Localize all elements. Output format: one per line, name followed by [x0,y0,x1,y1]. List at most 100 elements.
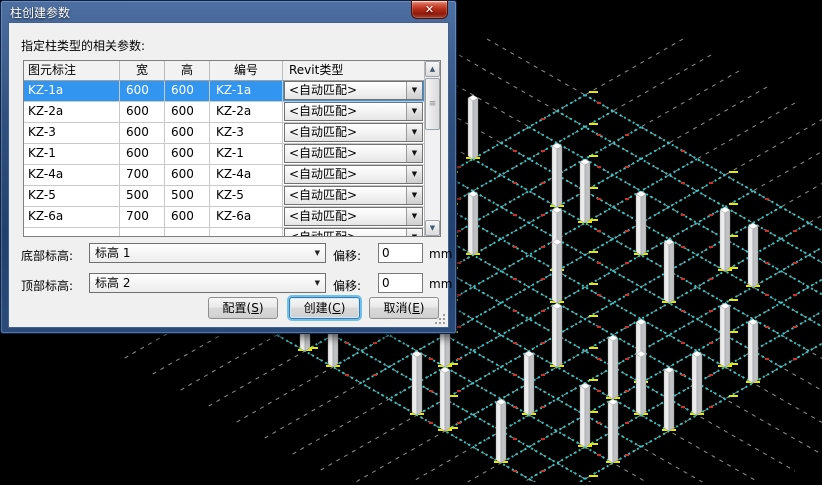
table-row[interactable]: KZ-1a 600 600 KZ-1a <自动匹配> ▼ [24,81,424,102]
header-tag[interactable]: 图元标注 [24,61,120,81]
close-button[interactable]: ✕ [411,0,448,19]
cell-revit-type: <自动匹配> ▼ [283,228,424,237]
chevron-down-icon[interactable]: ▼ [406,229,422,237]
cell-number: KZ-1 [210,144,283,164]
header-height[interactable]: 高 [165,61,210,81]
chevron-down-icon[interactable]: ▼ [406,145,422,162]
button-label: ) [341,301,346,315]
button-label: ) [259,301,264,315]
cell-height: 600 [165,207,210,227]
cancel-button[interactable]: 取消(E) [369,297,439,319]
button-mnemonic: E [412,301,420,315]
cell-number: KZ-3 [210,123,283,143]
cell-number: KZ-6a [210,207,283,227]
cell-revit-type: <自动匹配> ▼ [283,186,424,206]
button-label: 创建( [304,301,333,315]
bottom-level-combo[interactable]: 标高 1 ▼ [89,243,326,263]
configure-button[interactable]: 配置(S) [208,297,278,319]
combo-value: <自动匹配> [289,230,357,237]
cell-height: 600 [165,81,210,101]
instruction-label: 指定柱类型的相关参数: [21,37,145,54]
cell-number: KZ-4a [210,165,283,185]
table-scrollbar[interactable]: ▲ ≡ ▼ [424,61,440,236]
bottom-offset-input[interactable] [378,243,423,263]
chevron-down-icon[interactable]: ▼ [406,82,422,99]
scroll-up-icon: ▲ [430,65,435,73]
scroll-down-button[interactable]: ▼ [425,220,440,236]
revit-type-combo[interactable]: <自动匹配> ▼ [284,165,423,184]
top-level-label: 顶部标高: [21,277,73,294]
column-create-params-dialog: 柱创建参数 ✕ 指定柱类型的相关参数: 图元标注 宽 高 编号 Revit类型 … [0,0,457,334]
cell-tag: KZ-5 [24,186,120,206]
table-row[interactable]: KZ-4a 700 600 KZ-4a <自动匹配> ▼ [24,165,424,186]
chevron-down-icon[interactable]: ▼ [406,208,422,225]
header-width[interactable]: 宽 [120,61,165,81]
cell-revit-type: <自动匹配> ▼ [283,123,424,143]
chevron-down-icon[interactable]: ▼ [406,103,422,120]
chevron-down-icon[interactable]: ▼ [315,274,320,292]
cell-number: KZ-5 [210,186,283,206]
resize-grip[interactable] [443,322,445,324]
cell-width: 600 [120,123,165,143]
cell-height: 600 [165,123,210,143]
create-button[interactable]: 创建(C) [289,297,360,319]
table-row-partial[interactable]: <自动匹配> ▼ [24,228,424,237]
revit-type-combo[interactable]: <自动匹配> ▼ [284,228,423,237]
scroll-up-button[interactable]: ▲ [425,61,440,77]
cell-revit-type: <自动匹配> ▼ [283,81,424,101]
revit-type-combo[interactable]: <自动匹配> ▼ [284,207,423,226]
cell-height: 500 [165,186,210,206]
scrollbar-thumb[interactable]: ≡ [425,78,440,130]
chevron-down-icon[interactable]: ▼ [315,244,320,262]
cell-width: 600 [120,144,165,164]
cell-tag: KZ-6a [24,207,120,227]
table-row[interactable]: KZ-3 600 600 KZ-3 <自动匹配> ▼ [24,123,424,144]
revit-type-combo[interactable]: <自动匹配> ▼ [284,123,423,142]
thumb-grip-icon: ≡ [429,99,437,109]
cell-tag: KZ-4a [24,165,120,185]
revit-type-combo[interactable]: <自动匹配> ▼ [284,144,423,163]
top-level-combo[interactable]: 标高 2 ▼ [89,273,326,293]
table-row[interactable]: KZ-2a 600 600 KZ-2a <自动匹配> ▼ [24,102,424,123]
header-revit-type[interactable]: Revit类型 [283,61,424,81]
scroll-down-icon: ▼ [430,224,435,232]
cell-width: 500 [120,186,165,206]
cell-height: 600 [165,144,210,164]
table-row[interactable]: KZ-1 600 600 KZ-1 <自动匹配> ▼ [24,144,424,165]
table-row[interactable]: KZ-6a 700 600 KZ-6a <自动匹配> ▼ [24,207,424,228]
top-level-value: 标高 2 [95,276,130,290]
combo-value: <自动匹配> [289,146,357,160]
button-label: ) [420,301,425,315]
revit-type-combo[interactable]: <自动匹配> ▼ [284,81,423,100]
cell-tag: KZ-2a [24,102,120,122]
chevron-down-icon[interactable]: ▼ [406,166,422,183]
cell-height: 600 [165,102,210,122]
combo-value: <自动匹配> [289,188,357,202]
cell-height: 600 [165,165,210,185]
combo-value: <自动匹配> [289,83,357,97]
revit-type-combo[interactable]: <自动匹配> ▼ [284,186,423,205]
table-row[interactable]: KZ-5 500 500 KZ-5 <自动匹配> ▼ [24,186,424,207]
table-header-row: 图元标注 宽 高 编号 Revit类型 [24,61,424,81]
cell-width: 700 [120,165,165,185]
header-number[interactable]: 编号 [210,61,283,81]
cell-revit-type: <自动匹配> ▼ [283,207,424,227]
column-types-table: 图元标注 宽 高 编号 Revit类型 KZ-1a 600 600 KZ-1a … [23,60,441,237]
chevron-down-icon[interactable]: ▼ [406,187,422,204]
dialog-titlebar[interactable]: 柱创建参数 ✕ [1,1,456,22]
cell-revit-type: <自动匹配> ▼ [283,144,424,164]
combo-value: <自动匹配> [289,167,357,181]
button-label: 取消( [384,301,413,315]
bottom-level-value: 标高 1 [95,246,130,260]
cell-number: KZ-1a [210,81,283,101]
revit-type-combo[interactable]: <自动匹配> ▼ [284,102,423,121]
combo-value: <自动匹配> [289,209,357,223]
button-mnemonic: C [332,301,340,315]
cell-number: KZ-2a [210,102,283,122]
cell-revit-type: <自动匹配> ▼ [283,165,424,185]
cell-width: 600 [120,81,165,101]
cell-width: 600 [120,102,165,122]
top-offset-input[interactable] [378,273,423,293]
top-offset-unit: mm [429,277,452,291]
chevron-down-icon[interactable]: ▼ [406,124,422,141]
